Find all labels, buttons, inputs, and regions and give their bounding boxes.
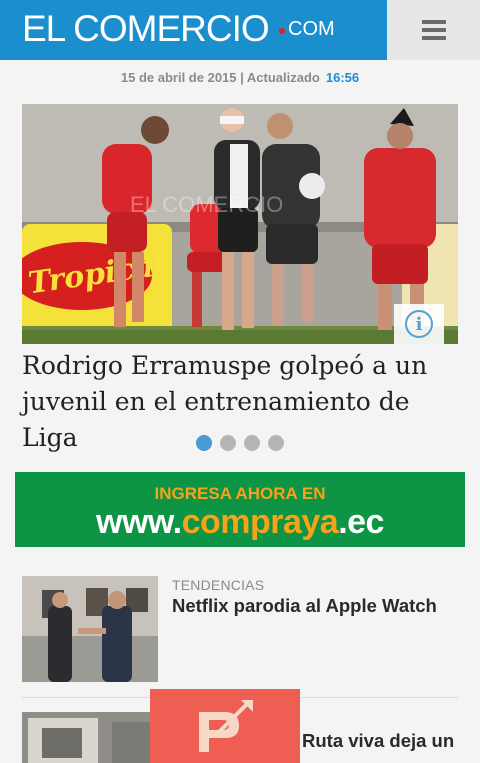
update-time: 16:56: [325, 70, 360, 85]
photo-info-button[interactable]: i: [394, 304, 444, 344]
news-category: TENDENCIAS: [172, 577, 265, 593]
news-item[interactable]: TENDENCIAS Netflix parodia al Apple Watc…: [22, 576, 458, 682]
ad-url-prefix: www.: [96, 503, 182, 541]
ad-tagline: INGRESA AHORA EN: [154, 484, 326, 503]
info-icon: i: [405, 310, 433, 338]
news-title[interactable]: Netflix parodia al Apple Watch: [172, 595, 437, 617]
ad-url-brand: compraya: [181, 503, 339, 541]
ad-url: www.compraya.ec: [15, 503, 465, 542]
svg-text:EL COMERCIO: EL COMERCIO: [130, 192, 283, 217]
logo-main-text: EL COMERCIO: [22, 8, 270, 49]
hero-photo: Tropical EL COMERCIO: [22, 104, 458, 344]
news-photo: [22, 576, 158, 682]
app-logo-icon: [199, 700, 253, 752]
carousel-pagination: [196, 435, 284, 451]
dateline: 15 de abril de 2015 | Actualizado 16:56: [0, 70, 480, 85]
site-header: EL COMERCIO COM: [0, 0, 480, 60]
news-thumbnail[interactable]: [22, 576, 158, 682]
date-text: 15 de abril de 2015 | Actualizado: [120, 70, 320, 85]
compraya-ad-banner[interactable]: INGRESA AHORA EN www.compraya.ec: [15, 472, 465, 547]
carousel-dot[interactable]: [220, 435, 236, 451]
ad-url-suffix: .ec: [338, 503, 384, 541]
news-thumbnail[interactable]: [22, 712, 158, 763]
carousel-dot[interactable]: [244, 435, 260, 451]
news-title[interactable]: Ruta viva deja un: [302, 730, 454, 752]
carousel-dot[interactable]: [196, 435, 212, 451]
logo-dot: [279, 28, 285, 34]
menu-button[interactable]: [387, 0, 480, 60]
carousel-dot[interactable]: [268, 435, 284, 451]
hamburger-menu-icon: [421, 20, 446, 40]
news-photo: [22, 712, 158, 763]
site-logo[interactable]: EL COMERCIO COM: [0, 0, 387, 60]
floating-app-button[interactable]: [150, 689, 300, 763]
logo-suffix-text: COM: [288, 18, 335, 40]
hero-image[interactable]: Tropical EL COMERCIO i: [22, 104, 458, 344]
